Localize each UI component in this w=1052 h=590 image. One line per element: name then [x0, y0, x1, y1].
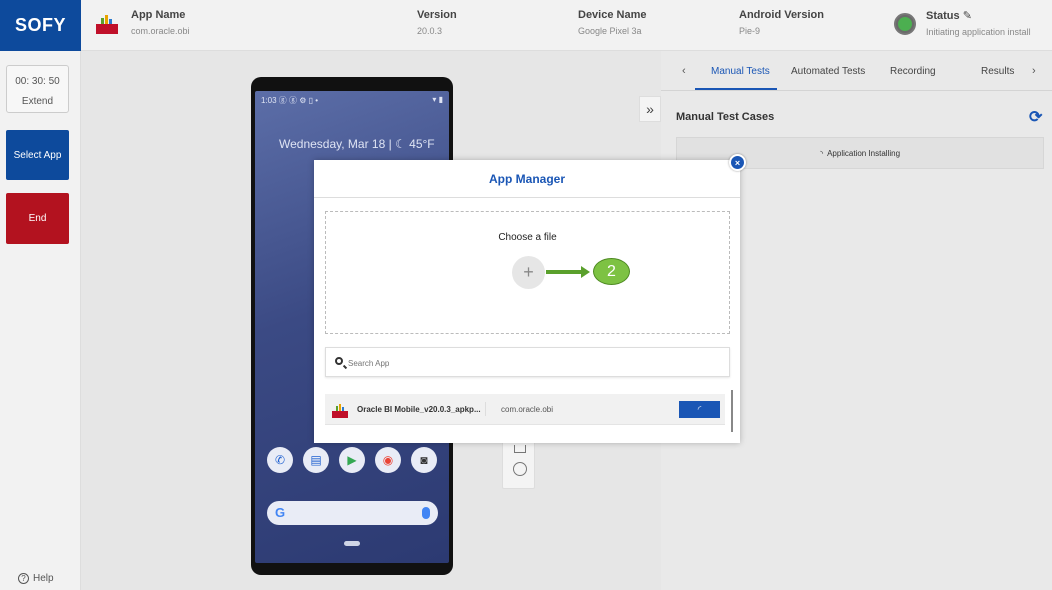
status-indicator-icon	[894, 13, 916, 35]
session-timer[interactable]: 00: 30: 50 Extend	[6, 65, 69, 113]
google-icon: G	[275, 505, 286, 520]
spinner-icon: ◝	[819, 148, 824, 158]
android-block: Android Version Pie-9	[739, 9, 824, 36]
device-toolstrip	[502, 441, 535, 489]
app-file-name: Oracle BI Mobile_v20.0.3_apkp...	[357, 405, 481, 414]
sofy-logo: SOFY	[0, 0, 81, 51]
app-manager-modal: App Manager Choose a file + 2 Oracle BI …	[314, 160, 740, 443]
play-store-icon[interactable]: ▶	[339, 447, 365, 473]
row-separator	[485, 402, 486, 416]
add-file-button[interactable]: +	[512, 256, 545, 289]
step-badge: 2	[593, 258, 630, 285]
tabs-prev-icon[interactable]: ‹	[682, 65, 686, 77]
oracle-app-icon	[332, 404, 348, 418]
device-block: Device Name Google Pixel 3a	[578, 9, 647, 36]
app-name-value: com.oracle.obi	[131, 26, 190, 36]
app-list-scrollbar[interactable]	[731, 390, 733, 432]
search-app-input[interactable]	[348, 354, 718, 372]
google-search-bar[interactable]: G	[267, 501, 438, 525]
help-icon: ?	[18, 573, 29, 584]
version-label: Version	[417, 9, 457, 21]
home-pill[interactable]	[344, 541, 360, 546]
loading-spinner-icon: ◜	[697, 404, 702, 414]
refresh-icon[interactable]: ⟳	[1029, 107, 1042, 127]
help-label: Help	[33, 573, 54, 584]
android-label: Android Version	[739, 9, 824, 21]
tab-manual-tests[interactable]: Manual Tests	[711, 66, 770, 77]
status-value: Initiating application install	[926, 27, 1031, 37]
file-dropzone[interactable]: Choose a file + 2	[325, 211, 730, 334]
app-name-label: App Name	[131, 9, 186, 21]
arrow-annotation	[546, 270, 582, 274]
screenshot-icon[interactable]	[513, 462, 527, 476]
phone-date-text: Wednesday, Mar 18 | ☾ 45°F	[279, 137, 435, 151]
device-label: Device Name	[578, 9, 647, 21]
chrome-icon[interactable]: ◉	[375, 447, 401, 473]
version-block: Version 20.0.3	[417, 9, 457, 36]
messages-app-icon[interactable]: ▤	[303, 447, 329, 473]
version-value: 20.0.3	[417, 26, 443, 36]
tabs-next-icon[interactable]: ›	[1032, 65, 1036, 77]
panel-tabs: ‹ Manual Tests Automated Tests Recording…	[661, 51, 1052, 91]
modal-title: App Manager	[314, 160, 740, 198]
app-search-box[interactable]	[325, 347, 730, 377]
install-spinner-button[interactable]: ◜	[679, 401, 720, 418]
help-link[interactable]: ? Help	[18, 573, 54, 584]
expand-panel-icon[interactable]: »	[639, 96, 661, 122]
end-button[interactable]: End	[6, 193, 69, 244]
phone-dock: ✆ ▤ ▶ ◉ ◙	[267, 447, 437, 473]
status-block: Status ✎ Initiating application install	[926, 9, 1031, 37]
app-icon	[96, 15, 118, 34]
android-value: Pie-9	[739, 26, 761, 36]
app-name-block: App Name com.oracle.obi	[131, 9, 190, 36]
app-list-item[interactable]: Oracle BI Mobile_v20.0.3_apkp... com.ora…	[325, 394, 725, 425]
tab-results[interactable]: Results	[981, 66, 1014, 77]
app-package-name: com.oracle.obi	[501, 405, 554, 414]
close-modal-icon[interactable]: ×	[729, 154, 746, 171]
recents-icon[interactable]	[514, 445, 526, 453]
phone-status-bar: 1:03 ⓖ ⓖ ⚙ ▯ •	[261, 96, 319, 105]
left-sidebar: 00: 30: 50 Extend Select App End ? Help	[0, 51, 81, 590]
select-app-button[interactable]: Select App	[6, 130, 69, 180]
phone-app-icon[interactable]: ✆	[267, 447, 293, 473]
edit-icon[interactable]: ✎	[963, 10, 972, 22]
section-title: Manual Test Cases	[676, 111, 775, 123]
timer-value: 00: 30: 50	[15, 76, 60, 87]
tab-recording[interactable]: Recording	[890, 66, 936, 77]
installing-text: Application Installing	[827, 148, 901, 158]
phone-signal-icon: ▾ ▮	[432, 95, 443, 104]
assistant-icon	[422, 507, 430, 519]
top-header: SOFY App Name com.oracle.obi Version 20.…	[0, 0, 1052, 51]
camera-icon[interactable]: ◙	[411, 447, 437, 473]
device-value: Google Pixel 3a	[578, 26, 642, 36]
status-label: Status ✎	[926, 10, 972, 22]
extend-label[interactable]: Extend	[7, 96, 68, 107]
arrow-head-icon	[581, 266, 590, 278]
search-icon	[335, 357, 343, 365]
tabs-divider	[661, 90, 1052, 91]
tab-automated-tests[interactable]: Automated Tests	[791, 66, 865, 77]
choose-file-label: Choose a file	[498, 232, 557, 243]
